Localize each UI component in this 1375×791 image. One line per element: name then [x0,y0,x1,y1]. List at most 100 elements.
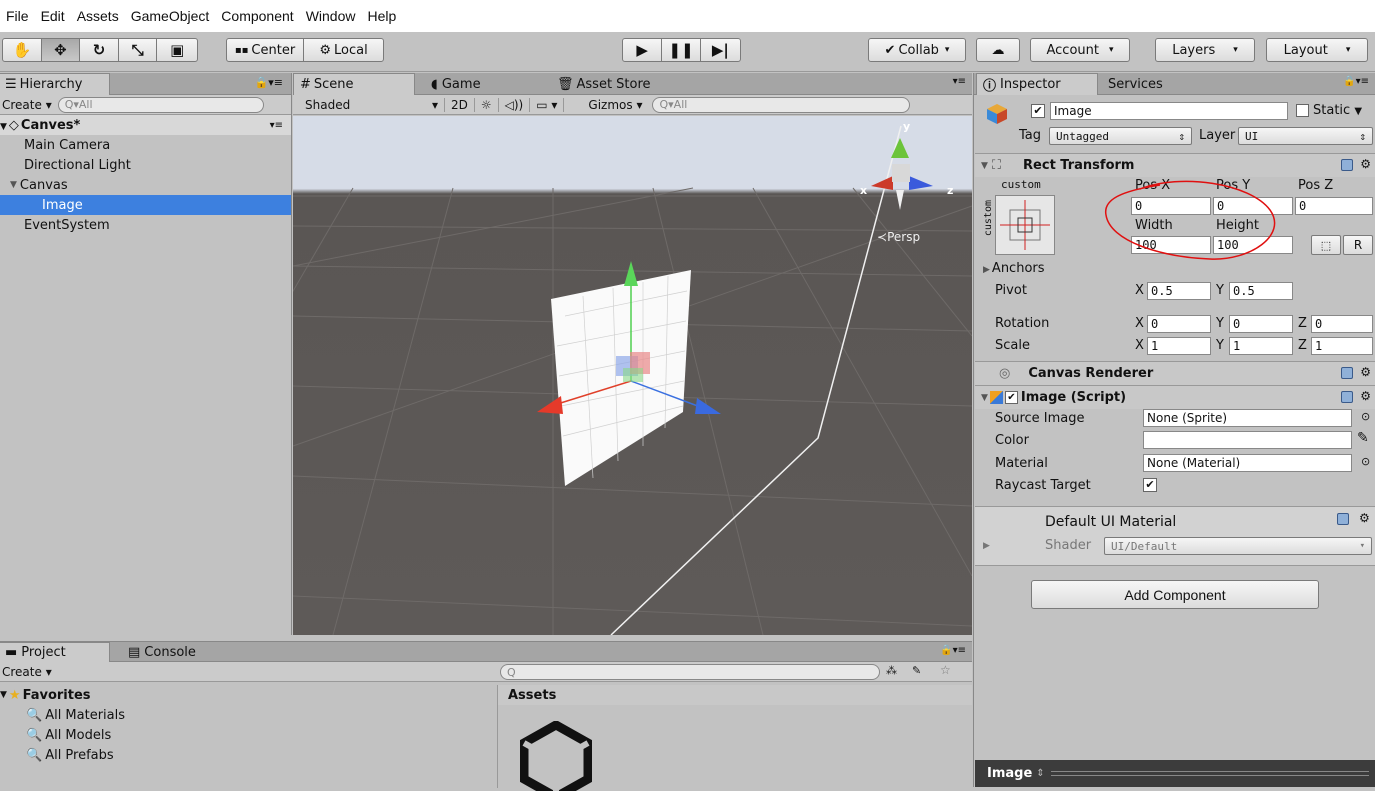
scene-search-input[interactable]: Q▾All [652,96,911,113]
list-item[interactable]: EventSystem [0,215,291,235]
help-icon[interactable] [1341,391,1353,403]
filter-label-icon[interactable]: ✎ [912,664,921,677]
panel-menu-icon[interactable]: 🔒▾≡ [940,645,966,656]
favorite-star-icon[interactable]: ☆ [940,663,951,677]
preview-bar[interactable]: Image ⇕ [975,760,1375,787]
tab-hierarchy[interactable]: ☰ Hierarchy [0,73,110,95]
pivot-x-field[interactable]: 0.5 [1147,282,1211,300]
gear-icon[interactable]: ⚙ [1360,389,1371,403]
tab-asset-store[interactable]: 🗑 Asset Store [551,73,657,95]
eyedropper-icon[interactable]: ✎ [1357,430,1369,446]
layers-dropdown[interactable]: Layers ▾ [1155,38,1255,62]
account-dropdown[interactable]: Account ▾ [1030,38,1130,62]
anchors-foldout[interactable]: ▶ Anchors [983,261,1045,276]
play-button[interactable]: ▶ [623,39,663,61]
scale-y-field[interactable]: 1 [1229,337,1293,355]
lighting-toggle-icon[interactable]: ☼ [475,97,499,112]
rot-x-field[interactable]: 0 [1147,315,1211,333]
posz-field[interactable]: 0 [1295,197,1373,215]
orientation-gizmo[interactable] [871,138,933,210]
drag-handle[interactable] [1050,771,1369,776]
audio-toggle-icon[interactable]: ◁)) [499,97,531,112]
hierarchy-create-button[interactable]: Create ▾ [0,98,58,112]
pause-button[interactable]: ❚❚ [662,39,701,61]
help-icon[interactable] [1341,367,1353,379]
image-enabled-checkbox[interactable]: ✔ [1004,391,1018,404]
scale-x-field[interactable]: 1 [1147,337,1211,355]
object-picker-icon[interactable]: ⊙ [1361,455,1370,468]
menu-component[interactable]: Component [215,8,299,24]
object-name-field[interactable]: Image [1050,102,1288,120]
static-checkbox[interactable] [1296,104,1309,117]
image-script-header[interactable]: ▼ ✔ Image (Script) ⚙ [975,385,1375,409]
pivot-y-field[interactable]: 0.5 [1229,282,1293,300]
tab-console[interactable]: ▤ Console [122,642,202,662]
tab-game[interactable]: ◖ Game [425,73,487,95]
scale-z-field[interactable]: 1 [1311,337,1373,355]
gear-icon[interactable]: ⚙ [1359,511,1370,525]
scene-menu-icon[interactable]: ▾≡ [270,120,283,131]
rotate-tool-icon[interactable]: ↻ [80,39,119,61]
collab-button[interactable]: ✔ Collab ▾ [868,38,966,62]
list-item-canvas[interactable]: ▼ Canvas [0,175,291,195]
effects-dropdown-icon[interactable]: ▭ ▾ [530,97,565,112]
color-field[interactable] [1143,431,1352,449]
persp-label[interactable]: ≺Persp [877,230,920,244]
canvas-renderer-header[interactable]: ◎ Canvas Renderer ⚙ [975,361,1375,385]
menu-file[interactable]: File [0,8,35,24]
menu-help[interactable]: Help [361,8,402,24]
hierarchy-search-input[interactable]: Q▾All [57,96,264,113]
raycast-target-checkbox[interactable]: ✔ [1143,478,1157,492]
menu-gameobject[interactable]: GameObject [125,8,216,24]
pivot-center-button[interactable]: ▪▪ Center [227,39,305,61]
tab-services[interactable]: Services [1102,73,1169,95]
rot-z-field[interactable]: 0 [1311,315,1373,333]
tab-inspector[interactable]: ⓘ Inspector [976,73,1098,95]
list-item[interactable]: 🔍 All Prefabs [0,745,496,765]
shader-dropdown[interactable]: UI/Default ▾ [1104,537,1372,555]
list-item[interactable]: 🔍 All Materials [0,705,496,725]
layer-dropdown[interactable]: UI ⇕ [1238,127,1373,145]
tag-dropdown[interactable]: Untagged ⇕ [1049,127,1192,145]
rot-y-field[interactable]: 0 [1229,315,1293,333]
static-label[interactable]: Static ▼ [1313,103,1362,118]
menu-edit[interactable]: Edit [35,8,71,24]
shading-dropdown[interactable]: Shaded ▾ [293,97,445,112]
gear-icon[interactable]: ⚙ [1360,157,1371,171]
list-item[interactable]: Directional Light [0,155,291,175]
add-component-button[interactable]: Add Component [1031,580,1319,609]
list-item[interactable]: Main Camera [0,135,291,155]
rect-tool-icon[interactable]: ▣ [157,39,197,61]
y-arrow[interactable] [624,261,638,286]
unity-logo-icon[interactable] [520,721,592,791]
rect-transform-header[interactable]: ▼ ⛶ Rect Transform ⚙ [975,153,1375,177]
source-image-field[interactable]: None (Sprite) [1143,409,1352,427]
menu-window[interactable]: Window [300,8,362,24]
panel-menu-icon[interactable]: 🔒▾≡ [1343,76,1369,87]
hand-tool-icon[interactable]: ✋ [3,39,42,61]
z-arrow[interactable] [695,398,721,414]
tab-project[interactable]: ▬ Project [0,642,110,662]
tab-scene[interactable]: # Scene [293,73,415,95]
material-field[interactable]: None (Material) [1143,454,1352,472]
x-arrow[interactable] [537,396,563,414]
scale-tool-icon[interactable]: ⤡ [119,39,158,61]
favorites-root[interactable]: ▼ ★ Favorites [0,685,496,705]
help-icon[interactable] [1341,159,1353,171]
pivot-local-button[interactable]: ⚙ Local [304,39,383,61]
help-icon[interactable] [1337,513,1349,529]
panel-menu-icon[interactable]: 🔒▾≡ [255,76,283,89]
menu-assets[interactable]: Assets [71,8,125,24]
list-item-selected[interactable]: Image [0,195,291,215]
scene-root[interactable]: ▼ ◇ Canves* ▾≡ [0,115,291,135]
layout-dropdown[interactable]: Layout ▾ [1266,38,1368,62]
filter-type-icon[interactable]: ⁂ [886,664,897,677]
gizmos-dropdown[interactable]: Gizmos ▾ [564,98,648,112]
step-button[interactable]: ▶| [701,39,740,61]
anchor-presets-button[interactable] [995,195,1055,255]
cloud-button[interactable]: ☁ [976,38,1020,62]
expand-arrow-icon[interactable]: ▶ [983,541,990,551]
object-picker-icon[interactable]: ⊙ [1361,410,1370,423]
scene-viewport[interactable]: y x z ≺Persp [293,116,972,635]
raw-edit-button[interactable]: R [1343,235,1373,255]
